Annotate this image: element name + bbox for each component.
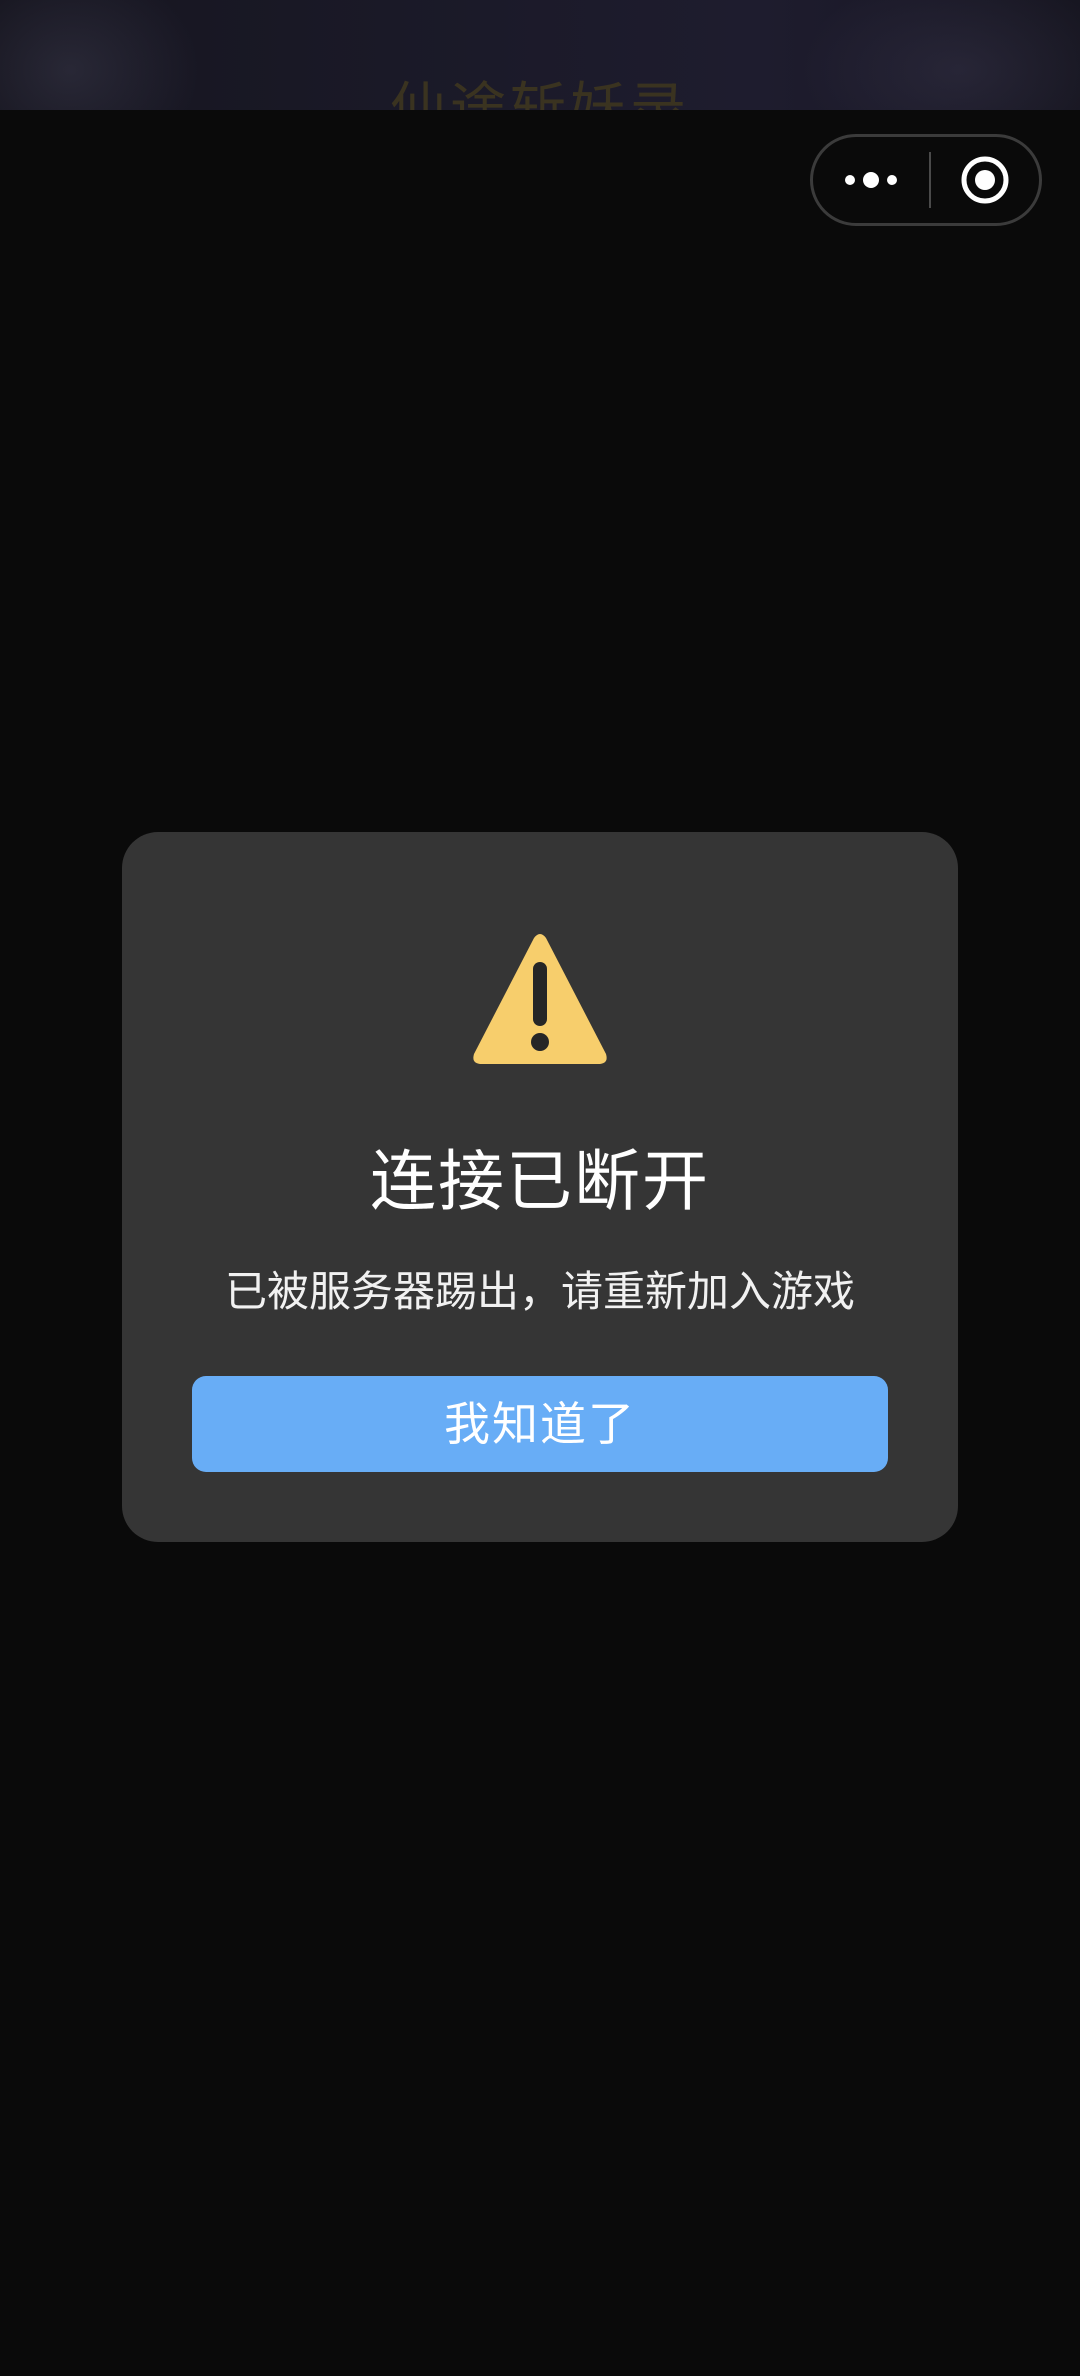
target-close-icon [961,156,1009,204]
game-title: 仙途斩妖录 [390,77,690,113]
more-button[interactable] [813,137,929,223]
warning-triangle-icon [473,934,607,1064]
close-mini-program-button[interactable] [931,137,1039,223]
confirm-button[interactable]: 我知道了 [192,1376,888,1472]
dialog-message: 已被服务器踢出，请重新加入游戏 [224,1267,855,1316]
more-dots-icon [845,172,897,188]
game-background-header: 仙途斩妖录 [0,0,1080,112]
game-screen: 仙途斩妖录 连接已断开 已被服务器踢出，请重新加入游戏 我知道了 [0,0,1080,2376]
mini-program-capsule [810,134,1042,226]
dialog-title: 连接已断开 [370,1143,710,1220]
disconnect-dialog: 连接已断开 已被服务器踢出，请重新加入游戏 我知道了 [122,832,958,1542]
